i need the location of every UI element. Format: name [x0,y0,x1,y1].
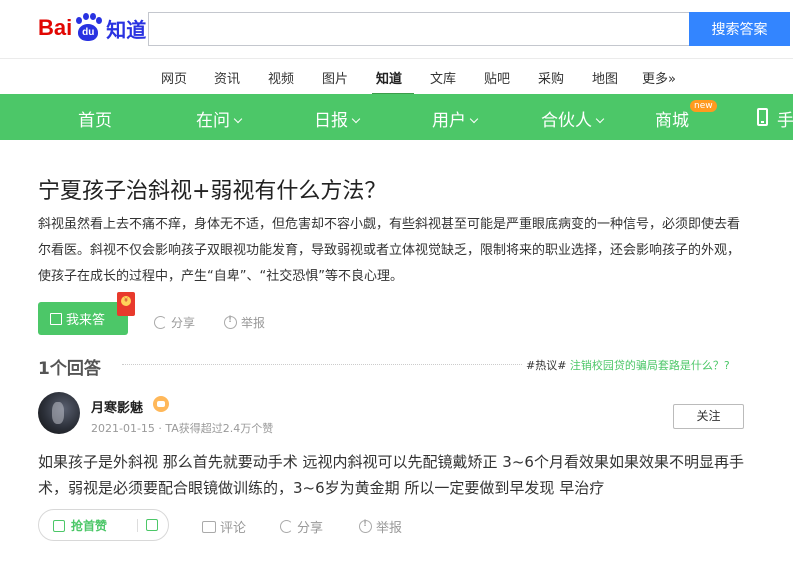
nav-webpage[interactable]: 网页 [161,68,187,87]
nav-zhidao[interactable]: 知道 [376,68,402,87]
dotted-divider [122,364,522,365]
greenbar-mobile[interactable]: 手 [777,106,793,131]
greenbar-home-label: 首页 [78,111,112,131]
user-level-icon [153,396,169,412]
chevron-down-icon [469,114,479,124]
answerer-name[interactable]: 月寒影魅 [91,397,143,416]
question-title: 宁夏孩子治斜视+弱视有什么方法？ [38,179,387,204]
nav-more[interactable]: 更多» [642,68,676,87]
baidu-zhidao-logo[interactable]: Bai du 知道 [38,10,146,46]
greenbar-daily[interactable]: 日报 [314,106,361,131]
search-button[interactable]: 搜索答案 [689,12,790,46]
comment-button[interactable]: 评论 [202,517,246,536]
chevron-down-icon [351,114,361,124]
question-share-label: 分享 [171,316,196,330]
comment-icon [202,520,216,533]
greenbar-daily-label: 日报 [314,111,348,131]
nav-purchase[interactable]: 采购 [538,68,564,87]
paw-toe-icon [96,17,103,24]
nav-image[interactable]: 图片 [322,68,348,87]
product-nav: 网页 资讯 视频 图片 知道 文库 贴吧 采购 地图 更多» [0,58,793,95]
share-icon [280,520,293,533]
question-report-label: 举报 [241,316,266,330]
phone-icon [757,108,768,126]
paw-toe-icon [76,17,83,24]
share-icon [154,316,167,329]
answer-meta: 2021-01-15 · TA获得超过2.4万个赞 [91,422,274,435]
thumb-down-icon[interactable] [146,519,158,531]
greenbar-users[interactable]: 用户 [432,106,479,131]
answer-button[interactable]: 我来答 [38,302,128,335]
hot-topic-tag: #热议# [526,359,567,372]
chevron-down-icon [595,114,605,124]
greenbar-mall[interactable]: 商城 [655,106,689,131]
like-label: 抢首赞 [71,519,108,533]
vote-box: 抢首赞 [38,509,169,541]
nav-video[interactable]: 视频 [268,68,294,87]
answer-report-button[interactable]: 举报 [359,517,402,536]
search-input[interactable] [148,12,690,46]
logo-bai-text: Bai [38,15,73,40]
greenbar-mall-label: 商城 [655,111,689,131]
vote-separator [137,519,138,532]
hot-topic-text: 注销校园贷的骗局套路是什么？? [566,359,730,372]
report-icon [224,315,237,329]
like-button[interactable]: 抢首赞 [53,517,107,534]
greenbar-partner-label: 合伙人 [541,111,592,131]
edit-icon [50,312,62,325]
answer-share-button[interactable]: 分享 [280,517,323,536]
red-packet-icon: ¥ [117,292,135,316]
greenbar-partner[interactable]: 合伙人 [541,106,605,131]
logo-du-text: du [78,24,99,41]
answer-text: 如果孩子是外斜视 那么首先就要动手术 远视内斜视可以先配镜戴矫正 3~6个月看效… [38,453,744,497]
hot-topic-link[interactable]: #热议# 注销校园贷的骗局套路是什么？? [526,357,730,373]
answer-report-label: 举报 [376,521,403,536]
follow-button[interactable]: 关注 [673,404,744,429]
paw-toe-icon [83,13,90,20]
avatar[interactable] [38,392,80,434]
question-report-button[interactable]: 举报 [224,314,265,331]
nav-map[interactable]: 地图 [592,68,618,87]
new-badge: new [690,100,717,112]
answer-button-label: 我来答 [66,313,106,328]
nav-tieba[interactable]: 贴吧 [484,68,510,87]
greenbar-asking-label: 在问 [196,111,230,131]
nav-news[interactable]: 资讯 [214,68,240,87]
report-icon [359,519,372,533]
nav-wenku[interactable]: 文库 [430,68,456,87]
chevron-down-icon [233,114,243,124]
logo-zhidao-text: 知道 [106,17,147,42]
comment-label: 评论 [220,521,247,536]
question-share-button[interactable]: 分享 [154,314,195,331]
greenbar-mobile-label: 手 [777,111,793,131]
thumb-up-icon [53,519,65,532]
answer-count: 1个回答 [38,359,101,379]
greenbar-asking[interactable]: 在问 [196,106,243,131]
greenbar-users-label: 用户 [432,111,466,131]
paw-icon: du [73,13,103,43]
coin-icon: ¥ [121,296,131,306]
zhidao-nav-bar: 首页 在问 日报 用户 合伙人 商城 手 [0,94,793,140]
question-description: 斜视虽然看上去不痛不痒，身体无不适，但危害却不容小觑，有些斜视甚至可能是严重眼底… [38,217,741,284]
greenbar-home[interactable]: 首页 [78,106,112,131]
answer-share-label: 分享 [297,521,324,536]
